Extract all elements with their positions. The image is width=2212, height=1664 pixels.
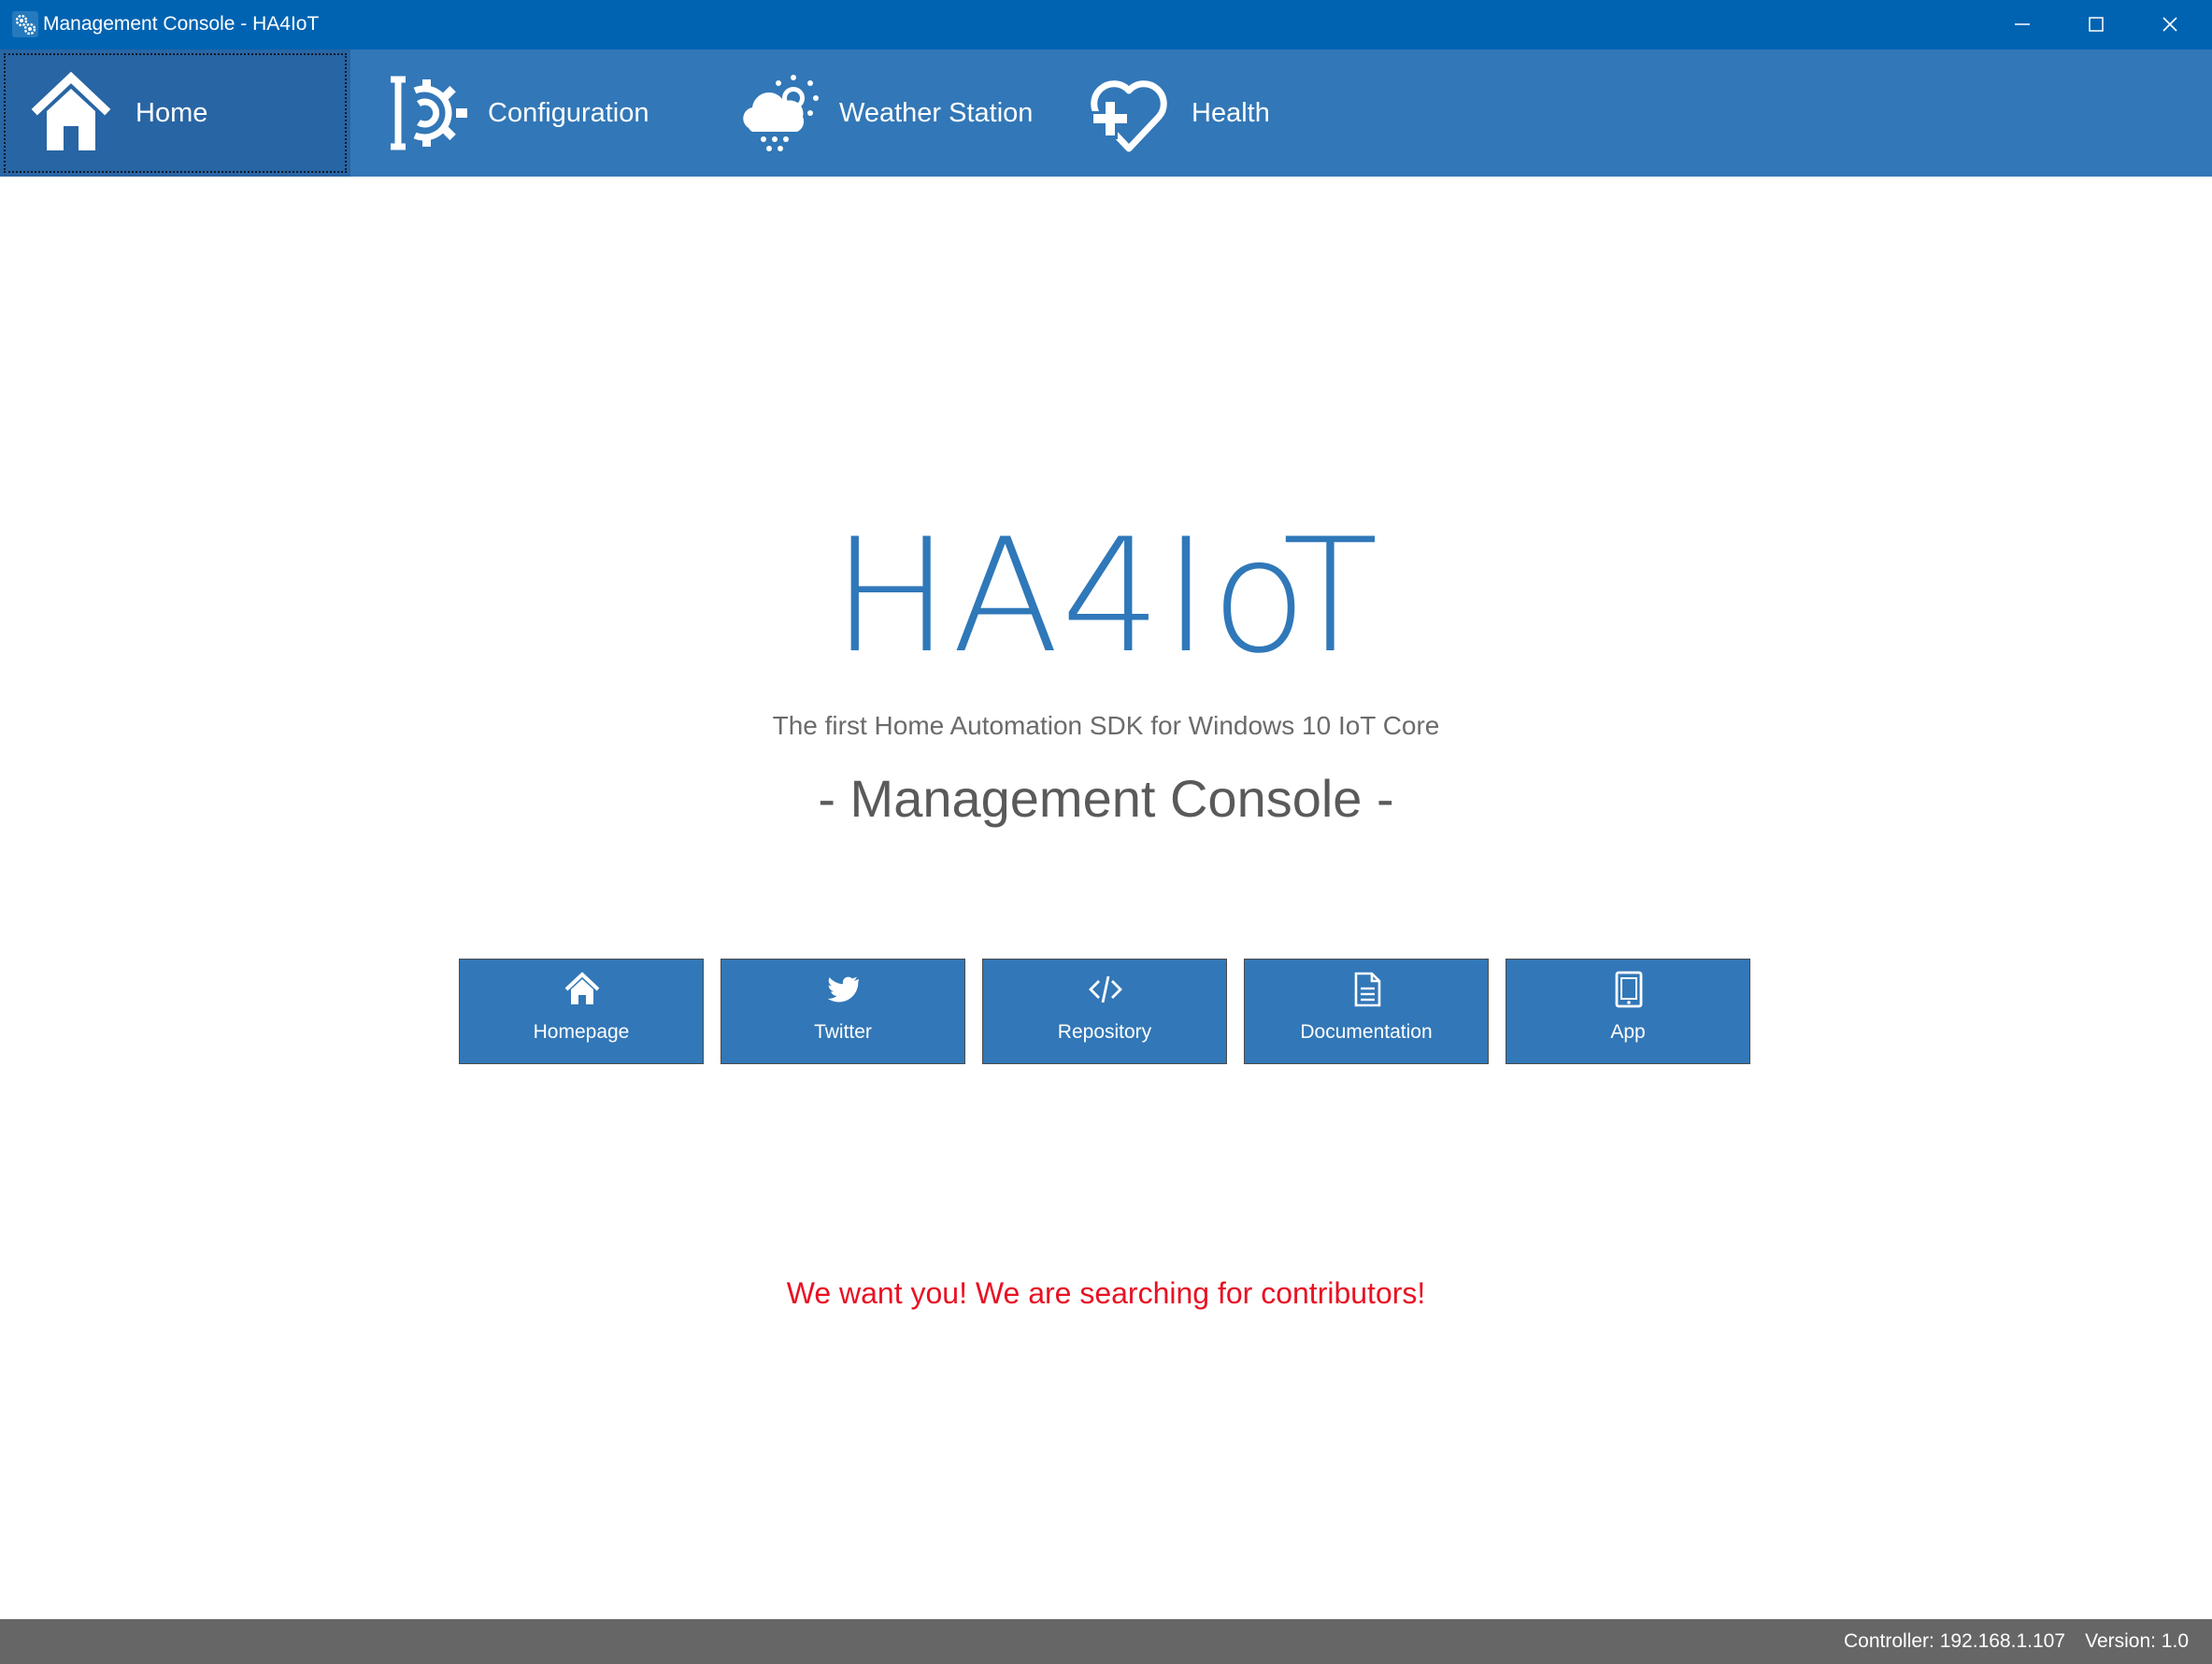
twitter-bird-icon xyxy=(827,976,859,1003)
maximize-button[interactable] xyxy=(2060,0,2133,50)
status-bar: Controller: 192.168.1.107 Version: 1.0 xyxy=(0,1619,2212,1664)
documentation-button[interactable]: Documentation xyxy=(1244,959,1489,1064)
documentation-label: Documentation xyxy=(1300,1021,1433,1043)
tablet-icon xyxy=(1615,971,1643,1008)
app-label: App xyxy=(1610,1021,1646,1043)
nav-item-weather-station[interactable]: Weather Station xyxy=(701,50,1051,177)
nav-item-health[interactable]: Health xyxy=(1051,50,1402,177)
close-icon xyxy=(2162,17,2177,32)
app-gears-icon xyxy=(12,11,38,37)
homepage-label: Homepage xyxy=(533,1021,630,1043)
controller-address: Controller: 192.168.1.107 xyxy=(1844,1630,2065,1652)
document-icon xyxy=(1354,972,1381,1007)
code-icon xyxy=(1089,975,1122,1003)
nav-item-configuration[interactable]: Configuration xyxy=(350,50,701,177)
minimize-button[interactable] xyxy=(1986,0,2059,50)
heart-plus-icon xyxy=(1090,80,1167,152)
gear-wrench-icon xyxy=(391,76,467,150)
window-title: Management Console - HA4IoT xyxy=(43,13,320,35)
maximize-icon xyxy=(2089,17,2104,32)
console-subtitle: - Management Console - xyxy=(818,769,1394,828)
weather-cloud-sun-icon xyxy=(743,75,819,151)
nav-label-health: Health xyxy=(1192,98,1270,128)
close-button[interactable] xyxy=(2134,0,2206,50)
house-icon xyxy=(31,71,111,150)
homepage-button[interactable]: Homepage xyxy=(459,959,704,1064)
product-tagline: The first Home Automation SDK for Window… xyxy=(772,711,1440,740)
app-window: Management Console - HA4IoT Home Configu… xyxy=(0,0,2212,1664)
version-label: Version: 1.0 xyxy=(2085,1630,2189,1652)
contributors-message: We want you! We are searching for contri… xyxy=(786,1276,1426,1310)
main-nav: Home Configuration Weather Station Healt… xyxy=(0,50,2212,177)
product-title: HA4IoT xyxy=(832,505,1380,688)
home-icon xyxy=(564,972,600,1004)
twitter-label: Twitter xyxy=(814,1021,872,1043)
repository-button[interactable]: Repository xyxy=(982,959,1227,1064)
nav-label-configuration: Configuration xyxy=(488,98,649,128)
title-bar[interactable]: Management Console - HA4IoT xyxy=(0,0,2212,50)
minimize-icon xyxy=(2015,23,2030,25)
twitter-button[interactable]: Twitter xyxy=(721,959,965,1064)
app-button[interactable]: App xyxy=(1506,959,1750,1064)
nav-item-home[interactable]: Home xyxy=(0,50,350,177)
nav-label-weather-station: Weather Station xyxy=(839,98,1034,128)
repository-label: Repository xyxy=(1057,1021,1152,1043)
nav-label-home: Home xyxy=(136,98,208,128)
